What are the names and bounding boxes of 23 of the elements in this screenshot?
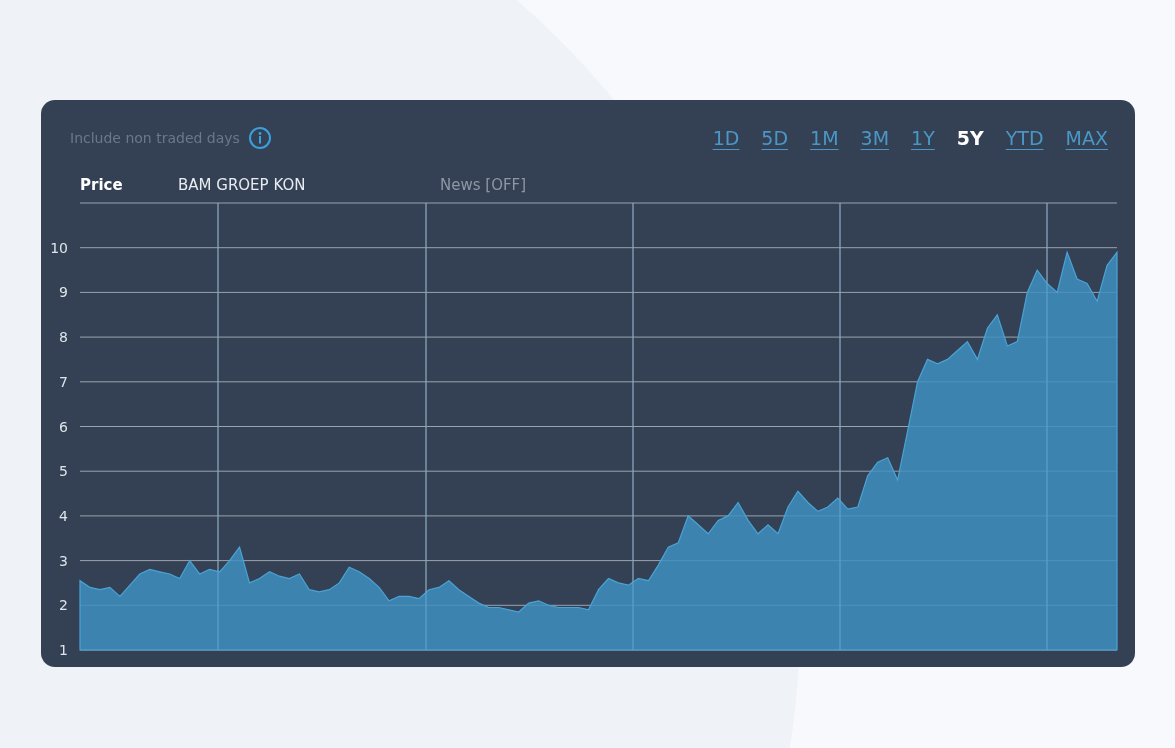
range-tab[interactable]: YTD [1005, 127, 1044, 149]
range-tab[interactable]: 1M [810, 127, 839, 149]
axis-tick-label: 5 [59, 463, 68, 480]
info-icon[interactable] [247, 126, 272, 150]
range-tab[interactable]: MAX [1065, 127, 1108, 149]
axis-tick-label: 1 [59, 642, 68, 658]
axis-tick-label: 4 [59, 507, 68, 524]
range-tab[interactable]: 5Y [956, 127, 984, 149]
range-tab[interactable]: 3M [860, 127, 890, 149]
axis-tick-label: 2 [59, 597, 68, 614]
range-tab[interactable]: 1Y [911, 127, 935, 149]
axis-tick-label: 9 [59, 284, 68, 301]
range-tab[interactable]: 1D [712, 127, 740, 149]
axis-tick-label: 6 [59, 418, 68, 435]
axis-tick-label: 10 [50, 239, 68, 256]
range-tab[interactable]: 5D [761, 127, 789, 149]
option-label: Include non traded days [70, 130, 240, 146]
axis-tick-label: 8 [59, 329, 68, 346]
axis-tick-label: 3 [59, 552, 68, 569]
series-label: Price [80, 176, 124, 194]
news-toggle[interactable]: News [OFF] [440, 176, 527, 194]
axis-tick-label: 7 [59, 373, 68, 390]
instrument-name: BAM GROEP KON [178, 176, 307, 194]
